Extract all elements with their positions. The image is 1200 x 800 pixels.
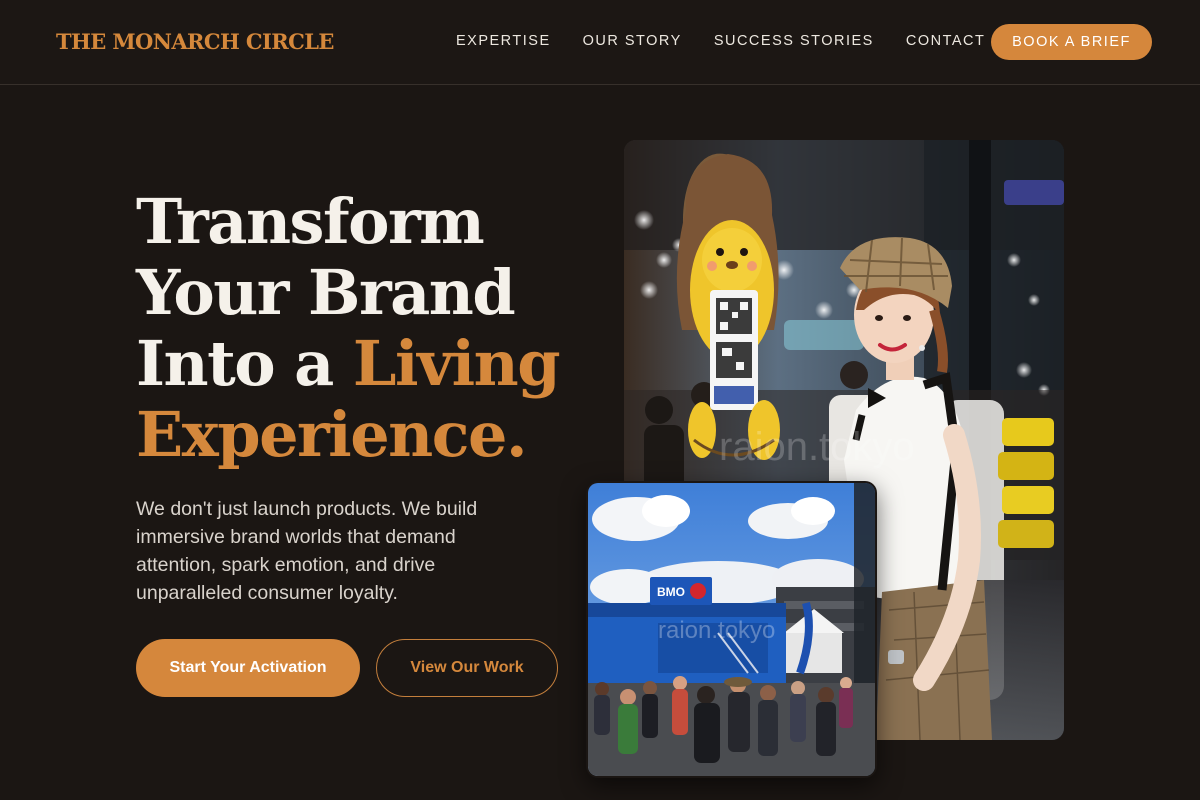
nav-link-our-story[interactable]: OUR STORY <box>583 33 682 49</box>
hero-subcopy: We don't just launch products. We build … <box>136 498 478 604</box>
headline-line-2: Your Brand <box>136 256 516 329</box>
brand-logo[interactable]: THE MONARCH CIRCLE <box>56 29 334 54</box>
headline-accent-living: Living <box>352 327 561 400</box>
headline-line-3-start: Into a <box>136 327 353 400</box>
headline-line-3: Into a Living <box>136 328 606 399</box>
hero-headline: Transform Your Brand Into a Living Exper… <box>136 186 606 470</box>
start-activation-button[interactable]: Start Your Activation <box>136 639 360 697</box>
main-nav: EXPERTISE OUR STORY SUCCESS STORIES CONT… <box>456 33 1017 49</box>
outdoor-event-illustration: BMO raion.tokyo <box>588 483 875 776</box>
headline-accent-experience: Experience. <box>136 398 528 471</box>
site-header: THE MONARCH CIRCLE EXPERTISE OUR STORY S… <box>0 0 1200 85</box>
nav-link-success-stories[interactable]: SUCCESS STORIES <box>714 33 874 49</box>
nav-link-expertise[interactable]: EXPERTISE <box>456 33 551 49</box>
hero-secondary-image: BMO raion.tokyo <box>586 481 877 778</box>
secondary-image-watermark: raion.tokyo <box>658 617 775 644</box>
main-image-watermark: raion.tokyo <box>719 425 915 469</box>
headline-line-1: Transform <box>136 185 485 258</box>
bmo-sign-text: BMO <box>657 585 685 599</box>
book-a-brief-button[interactable]: BOOK A BRIEF <box>991 24 1152 60</box>
view-our-work-button[interactable]: View Our Work <box>376 639 558 697</box>
nav-link-contact[interactable]: CONTACT <box>906 33 986 49</box>
